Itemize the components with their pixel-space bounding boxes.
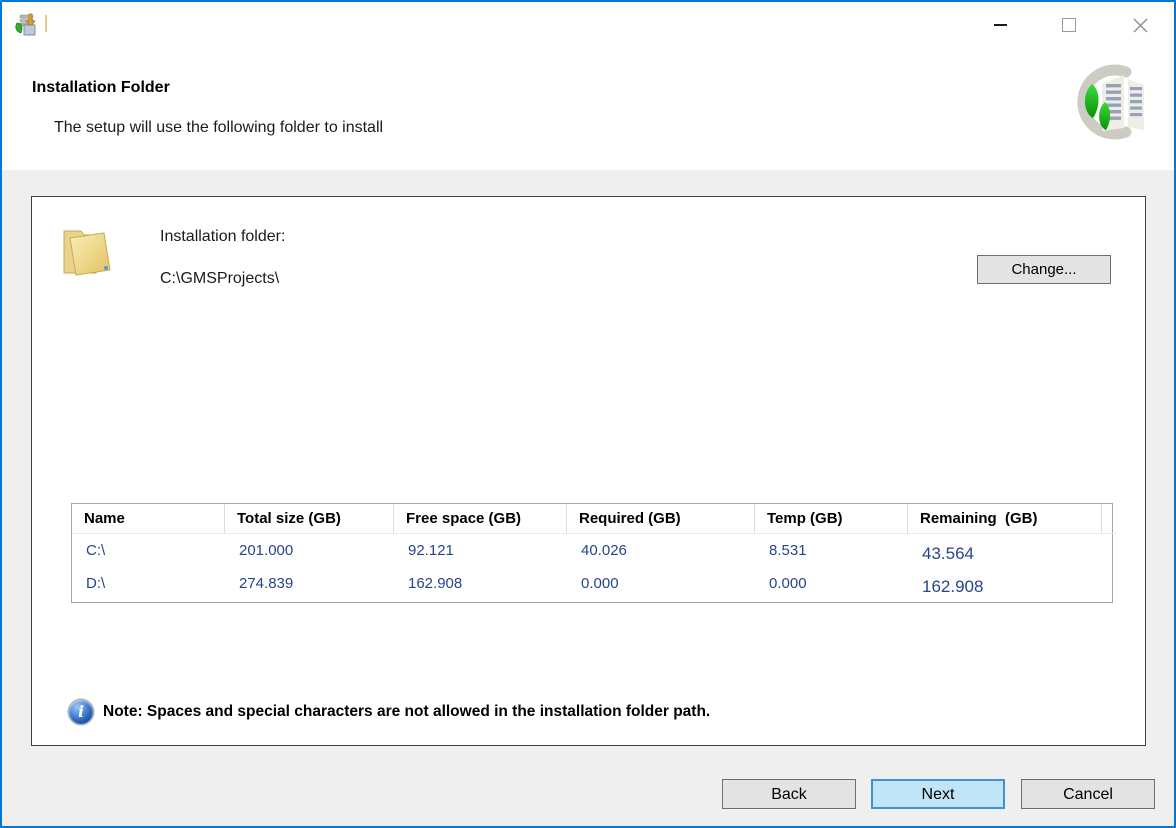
table-row-d-filler [1102,567,1116,600]
table-row-c-free[interactable]: 92.121 [394,534,567,567]
col-header-remaining: Remaining (GB) [908,504,1102,534]
minimize-icon [994,24,1007,26]
note-row: i Note: Spaces and special characters ar… [69,700,710,724]
installation-folder-path: C:\GMSProjects\ [160,270,279,288]
installation-folder-label: Installation folder: [160,228,285,246]
installer-window: Installation Folder The setup will use t… [0,0,1176,828]
col-header-temp: Temp (GB) [755,504,908,534]
maximize-icon [1062,18,1076,32]
col-header-free-space: Free space (GB) [394,504,567,534]
close-icon [1132,17,1149,34]
col-header-total-size: Total size (GB) [225,504,394,534]
table-row-d-name[interactable]: D:\ [72,567,225,600]
table-row-d-total[interactable]: 274.839 [225,567,394,600]
title-bar [2,2,1174,47]
table-row-c-filler [1102,534,1116,567]
change-button[interactable]: Change... [977,255,1111,284]
note-text: Note: Spaces and special characters are … [103,703,710,721]
cancel-button[interactable]: Cancel [1021,779,1155,809]
table-row-d-free[interactable]: 162.908 [394,567,567,600]
table-row-c-name[interactable]: C:\ [72,534,225,567]
maximize-button[interactable] [1046,10,1092,40]
titlebar-caret-mark [45,15,47,32]
disk-space-table: Name Total size (GB) Free space (GB) Req… [71,503,1113,603]
info-icon: i [69,700,93,724]
minimize-button[interactable] [977,10,1023,40]
table-row-d-required[interactable]: 0.000 [567,567,755,600]
col-header-name: Name [72,504,225,534]
col-header-required: Required (GB) [567,504,755,534]
gms-logo-icon [1068,62,1146,144]
col-header-filler [1102,504,1116,534]
folder-icon [56,219,120,281]
table-row-d-remaining[interactable]: 162.908 [908,567,1102,600]
content-panel: Installation folder: C:\GMSProjects\ Cha… [31,196,1146,746]
next-button[interactable]: Next [871,779,1005,809]
back-button[interactable]: Back [722,779,856,809]
table-row-d-temp[interactable]: 0.000 [755,567,908,600]
table-row-c-remaining[interactable]: 43.564 [908,534,1102,567]
table-row-c-required[interactable]: 40.026 [567,534,755,567]
table-row-c-total[interactable]: 201.000 [225,534,394,567]
close-button[interactable] [1117,10,1163,40]
app-icon [14,12,40,38]
page-title: Installation Folder [32,79,170,97]
page-subtitle: The setup will use the following folder … [54,119,383,137]
table-row-c-temp[interactable]: 8.531 [755,534,908,567]
